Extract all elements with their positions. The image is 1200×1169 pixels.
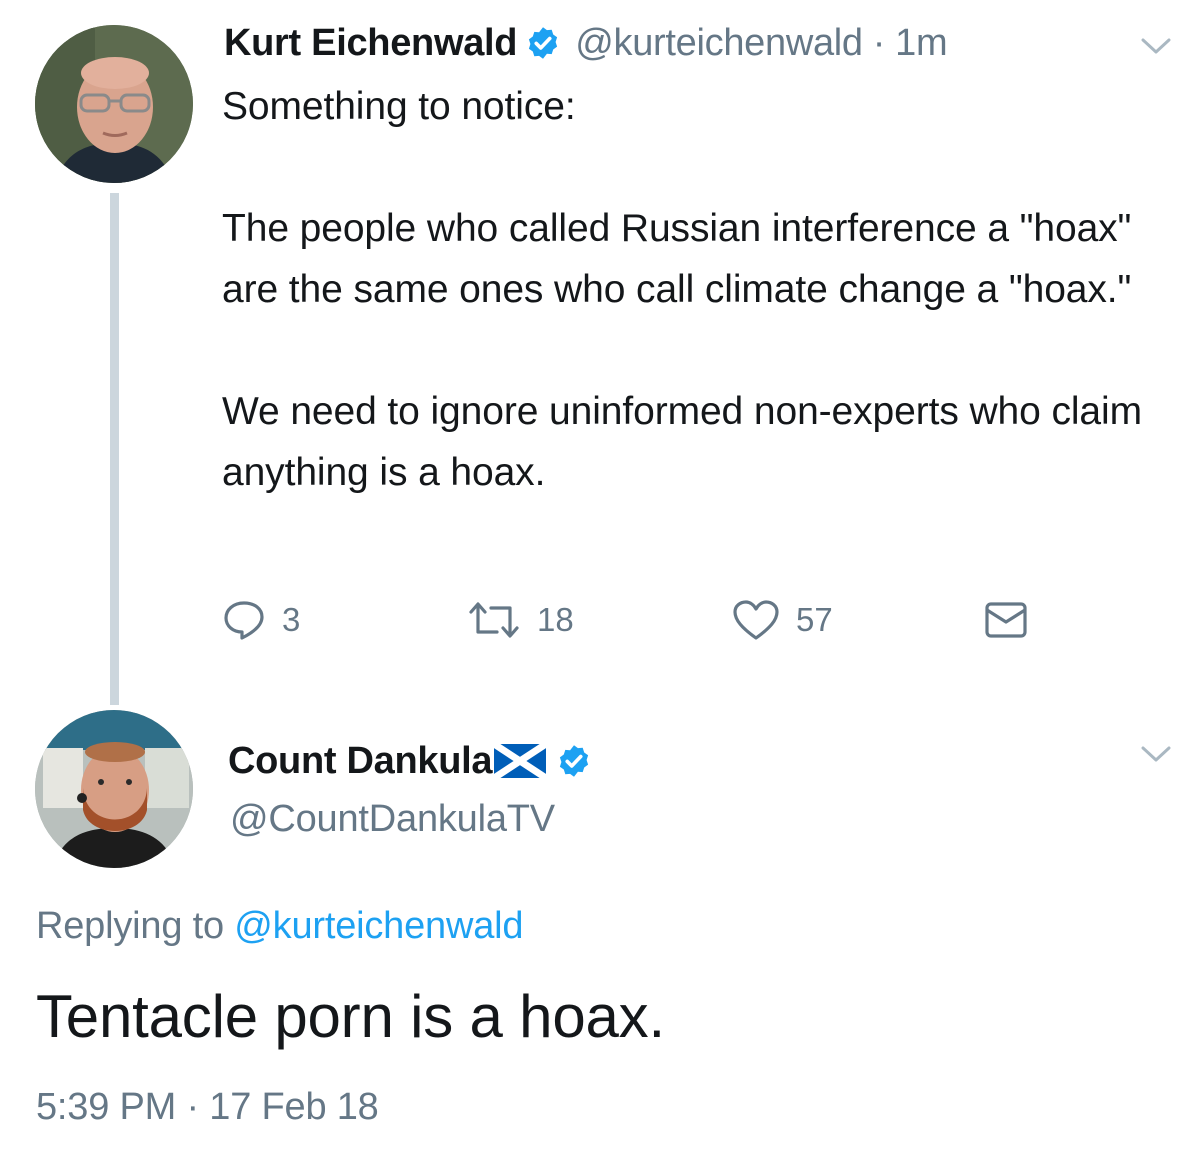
reply-author-avatar[interactable] (35, 710, 193, 868)
author-handle[interactable]: @kurteichenwald (575, 22, 863, 65)
reply-text: Tentacle porn is a hoax. (36, 983, 665, 1050)
retweet-count: 18 (537, 601, 574, 638)
replying-prefix: Replying to (36, 905, 224, 947)
tweet-text: Something to notice: The people who call… (222, 85, 1142, 494)
verified-badge-icon (560, 745, 589, 777)
like-count: 57 (796, 601, 833, 638)
reply-author-name[interactable]: Count Dankula (228, 740, 493, 783)
thread-connector-line (110, 193, 119, 705)
chevron-down-icon[interactable] (1140, 744, 1172, 764)
direct-message-button[interactable] (984, 594, 1028, 646)
verified-badge-icon (529, 27, 558, 59)
reply-button[interactable]: 3 (222, 594, 300, 646)
replying-to-line: Replying to @kurteichenwald (36, 905, 524, 948)
reply-bubble-icon (224, 601, 264, 640)
retweet-icon (469, 602, 519, 638)
envelope-icon (985, 602, 1027, 638)
scotland-flag-icon (494, 744, 547, 778)
heart-icon (733, 600, 779, 640)
author-name[interactable]: Kurt Eichenwald (224, 22, 518, 65)
like-button[interactable]: 57 (732, 594, 833, 646)
avatar-photo (35, 25, 193, 183)
reply-count: 3 (282, 601, 301, 638)
reply-timestamp[interactable]: 5:39 PM · 17 Feb 18 (36, 1086, 379, 1129)
avatar-photo (35, 710, 193, 868)
chevron-down-icon[interactable] (1140, 36, 1172, 56)
reply-author-handle[interactable]: @CountDankulaTV (230, 798, 555, 841)
meta-separator: · (872, 21, 886, 64)
relative-time[interactable]: 1m (895, 22, 948, 65)
retweet-button[interactable]: 18 (467, 594, 574, 646)
author-avatar[interactable] (35, 25, 193, 183)
tweet-header: Kurt Eichenwald @kurteichenwald · 1m (224, 18, 948, 68)
reply-header: Count Dankula (228, 736, 592, 786)
replying-to-mention[interactable]: @kurteichenwald (234, 905, 523, 947)
